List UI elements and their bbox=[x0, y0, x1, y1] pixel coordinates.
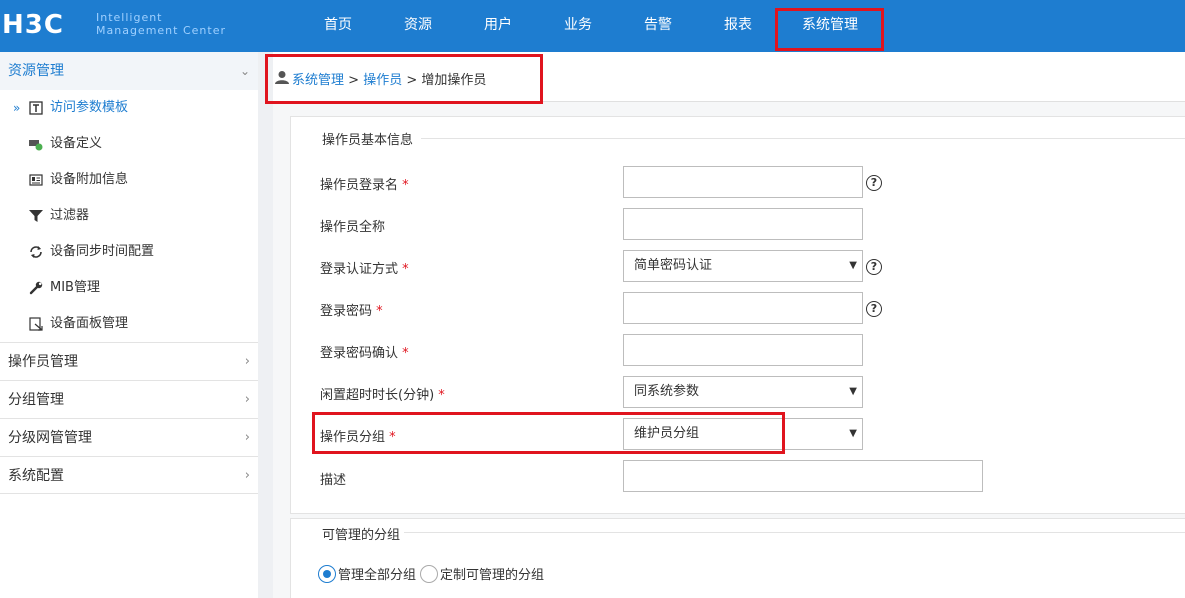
password-label: 登录密码 * bbox=[320, 300, 383, 319]
password-confirm-label: 登录密码确认 * bbox=[320, 342, 409, 361]
auth-method-value: 简单密码认证 bbox=[634, 258, 713, 273]
sidebar-item-device-definition[interactable]: 设备定义 bbox=[0, 126, 258, 162]
nav-resource[interactable]: 资源 bbox=[378, 0, 458, 50]
nav-user[interactable]: 用户 bbox=[458, 0, 538, 50]
sidebar-group-operator[interactable]: 操作员管理 › bbox=[0, 342, 258, 380]
highlight-box-nav bbox=[775, 8, 884, 51]
radio-manage-all[interactable] bbox=[318, 564, 336, 583]
panel-legend: 可管理的分组 bbox=[318, 524, 405, 543]
logo-subtitle: Intelligent Management Center bbox=[96, 11, 226, 37]
sidebar-group-label: 系统配置 bbox=[8, 468, 64, 484]
sidebar-group-grouping[interactable]: 分组管理 › bbox=[0, 380, 258, 418]
sidebar-item-access-template[interactable]: » 访问参数模板 bbox=[0, 90, 258, 126]
required-mark: * bbox=[438, 388, 445, 403]
nav-report[interactable]: 报表 bbox=[698, 0, 778, 50]
login-name-label-text: 操作员登录名 bbox=[320, 178, 399, 193]
required-mark: * bbox=[402, 178, 409, 193]
chevron-right-icon: › bbox=[244, 354, 250, 369]
help-icon[interactable]: ? bbox=[866, 259, 882, 275]
required-mark: * bbox=[402, 346, 409, 361]
nav-home[interactable]: 首页 bbox=[298, 0, 378, 50]
sidebar: 资源管理 ⌄ » 访问参数模板 设备定义 设备附加信息 过滤器 设备同步时间配置… bbox=[0, 52, 258, 598]
filter-icon bbox=[29, 210, 43, 222]
sidebar-item-label: 设备定义 bbox=[50, 136, 103, 151]
sidebar-item-device-info[interactable]: 设备附加信息 bbox=[0, 162, 258, 198]
password-label-text: 登录密码 bbox=[320, 304, 373, 319]
sidebar-item-filter[interactable]: 过滤器 bbox=[0, 198, 258, 234]
sidebar-group-system-config[interactable]: 系统配置 › bbox=[0, 456, 258, 494]
full-name-input[interactable] bbox=[623, 208, 863, 240]
device-info-icon bbox=[29, 174, 43, 186]
sidebar-splitter[interactable] bbox=[258, 52, 273, 598]
chevron-right-icon: › bbox=[244, 430, 250, 445]
sidebar-item-panel[interactable]: 设备面板管理 bbox=[0, 306, 258, 342]
password-confirm-input[interactable] bbox=[623, 334, 863, 366]
idle-timeout-select[interactable]: 同系统参数 ▼ bbox=[623, 376, 863, 408]
device-definition-icon bbox=[29, 140, 43, 151]
manage-scope-radios: 管理全部分组 定制可管理的分组 bbox=[318, 564, 544, 583]
sidebar-item-mib[interactable]: MIB管理 bbox=[0, 270, 258, 306]
required-mark: * bbox=[376, 304, 383, 319]
top-header: H3C Intelligent Management Center 首页 资源 … bbox=[0, 0, 1185, 52]
login-name-input[interactable] bbox=[623, 166, 863, 198]
full-name-label: 操作员全称 bbox=[320, 220, 386, 235]
help-icon[interactable]: ? bbox=[866, 175, 882, 191]
sidebar-group-label: 操作员管理 bbox=[8, 354, 78, 370]
sidebar-section-resource[interactable]: 资源管理 ⌄ bbox=[0, 52, 258, 90]
dropdown-arrow-icon: ▼ bbox=[849, 428, 857, 439]
operator-basic-info-panel: 操作员基本信息 操作员登录名 * ? 操作员全称 登录认证方式 * 简单密码认证… bbox=[290, 116, 1185, 514]
active-marker-icon: » bbox=[13, 101, 21, 115]
svg-text:H3C: H3C bbox=[2, 10, 64, 38]
chevron-right-icon: › bbox=[244, 468, 250, 483]
auth-method-select[interactable]: 简单密码认证 ▼ bbox=[623, 250, 863, 282]
sidebar-item-label: 设备同步时间配置 bbox=[50, 244, 155, 259]
description-label: 描述 bbox=[320, 473, 347, 488]
nav-alarm[interactable]: 告警 bbox=[618, 0, 698, 50]
radio-custom-groups-label: 定制可管理的分组 bbox=[440, 568, 545, 583]
logo-subtitle-line2: Management Center bbox=[96, 24, 226, 37]
sidebar-section-title: 资源管理 bbox=[8, 63, 64, 79]
password-confirm-label-text: 登录密码确认 bbox=[320, 346, 399, 361]
idle-timeout-label: 闲置超时时长(分钟) * bbox=[320, 384, 445, 403]
nav-service[interactable]: 业务 bbox=[538, 0, 618, 50]
logo-subtitle-line1: Intelligent bbox=[96, 11, 163, 24]
auth-method-label: 登录认证方式 * bbox=[320, 258, 409, 277]
chevron-right-icon: › bbox=[244, 392, 250, 407]
sidebar-item-label: 设备面板管理 bbox=[50, 316, 129, 331]
sidebar-item-label: 设备附加信息 bbox=[50, 172, 129, 187]
panel-icon bbox=[29, 317, 43, 331]
sidebar-item-label: MIB管理 bbox=[50, 280, 100, 295]
legend-divider bbox=[421, 138, 1185, 139]
h3c-logo[interactable]: H3C bbox=[2, 10, 92, 38]
idle-timeout-label-text: 闲置超时时长(分钟) bbox=[320, 388, 435, 403]
sidebar-item-label: 访问参数模板 bbox=[50, 100, 129, 115]
highlight-box-operator-group bbox=[312, 412, 785, 454]
wrench-icon bbox=[29, 281, 43, 295]
auth-method-label-text: 登录认证方式 bbox=[320, 262, 399, 277]
panel-legend: 操作员基本信息 bbox=[318, 129, 418, 148]
chevron-down-icon: ⌄ bbox=[239, 64, 250, 78]
sidebar-item-label: 过滤器 bbox=[50, 208, 90, 223]
login-name-label: 操作员登录名 * bbox=[320, 174, 409, 193]
legend-divider bbox=[403, 532, 1185, 533]
radio-manage-all-label: 管理全部分组 bbox=[338, 568, 417, 583]
dropdown-arrow-icon: ▼ bbox=[849, 260, 857, 271]
sidebar-group-label: 分组管理 bbox=[8, 392, 64, 408]
sidebar-item-sync-time[interactable]: 设备同步时间配置 bbox=[0, 234, 258, 270]
help-icon[interactable]: ? bbox=[866, 301, 882, 317]
required-mark: * bbox=[402, 262, 409, 277]
dropdown-arrow-icon: ▼ bbox=[849, 386, 857, 397]
description-input[interactable] bbox=[623, 460, 983, 492]
radio-custom-groups[interactable] bbox=[420, 564, 439, 583]
idle-timeout-value: 同系统参数 bbox=[634, 384, 700, 399]
sync-icon bbox=[30, 246, 42, 258]
template-icon bbox=[29, 101, 43, 115]
manageable-groups-panel: 可管理的分组 管理全部分组 定制可管理的分组 bbox=[290, 518, 1185, 598]
highlight-box-breadcrumb bbox=[265, 54, 543, 104]
sidebar-group-label: 分级网管管理 bbox=[8, 430, 92, 446]
sidebar-group-hierarchical[interactable]: 分级网管管理 › bbox=[0, 418, 258, 456]
password-input[interactable] bbox=[623, 292, 863, 324]
